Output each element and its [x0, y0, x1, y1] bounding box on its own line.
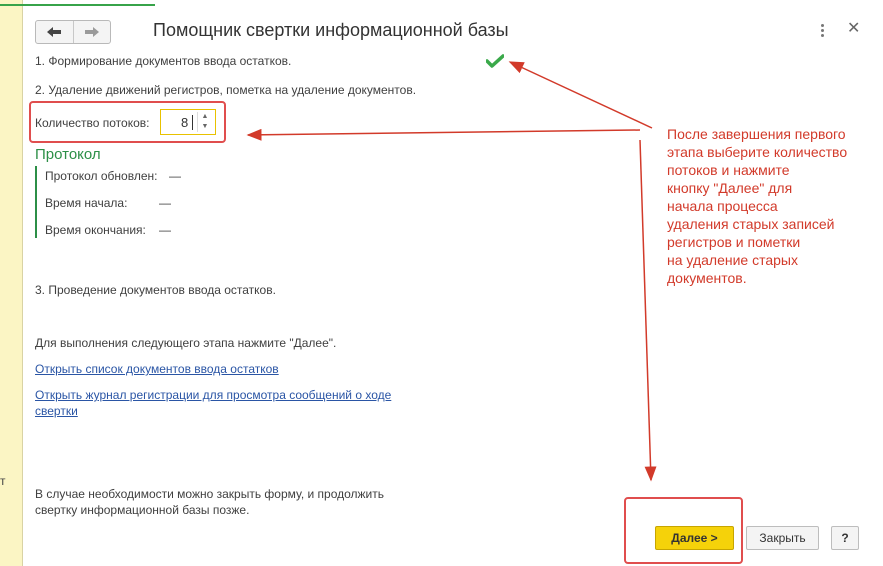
open-log-link-line2[interactable]: свертки	[35, 404, 78, 418]
annotation-line: потоков и нажмите	[667, 162, 790, 178]
annotation-line: на удаление старых	[667, 252, 798, 268]
window-title: Помощник свертки информационной базы	[153, 20, 509, 40]
threads-label: Количество потоков:	[35, 116, 150, 130]
annotation-line: регистров и пометки	[667, 234, 801, 250]
protocol-end-label: Время окончания:	[45, 223, 146, 237]
close-icon[interactable]: ✕	[847, 21, 860, 37]
close-button[interactable]: Закрыть	[746, 526, 819, 550]
annotation-line: этапа выберите количество	[667, 144, 848, 160]
checkmark-icon	[486, 54, 504, 68]
kebab-menu-icon[interactable]	[820, 24, 826, 38]
annotation-callout: После завершения первого этапа выберите …	[667, 125, 877, 287]
forward-button[interactable]	[72, 21, 111, 43]
left-side-panel: т	[0, 0, 23, 566]
arrow-to-threads	[246, 128, 641, 141]
left-panel-letter: т	[0, 474, 6, 488]
protocol-start-value: —	[159, 196, 171, 210]
protocol-bar	[35, 166, 37, 238]
close-hint-line2: свертку информационной базы позже.	[35, 503, 250, 517]
annotation-line: удаления старых записей	[667, 216, 835, 232]
arrow-right-icon	[84, 27, 99, 37]
annotation-line: кнопку "Далее" для	[667, 180, 793, 196]
threads-value: 8	[181, 115, 189, 130]
protocol-title: Протокол	[35, 146, 101, 163]
step-3-text: 3. Проведение документов ввода остатков.	[35, 283, 276, 297]
step-2-text: 2. Удаление движений регистров, пометка …	[35, 83, 417, 97]
help-button[interactable]: ?	[831, 526, 859, 550]
annotation-line: После завершения первого	[667, 126, 846, 142]
arrow-to-checkmark	[508, 61, 653, 129]
protocol-updated-label: Протокол обновлен:	[45, 169, 158, 183]
arrow-left-icon	[47, 27, 62, 37]
navigation-buttons	[35, 20, 111, 44]
spin-up-icon[interactable]: ▲	[198, 112, 212, 122]
threads-count-input[interactable]: 8 ▲ ▼	[160, 109, 216, 135]
spin-down-icon[interactable]: ▼	[198, 122, 212, 132]
threads-spinner[interactable]: ▲ ▼	[197, 112, 212, 132]
next-button[interactable]: Далее >	[655, 526, 734, 550]
step-1-text: 1. Формирование документов ввода остатко…	[35, 54, 292, 68]
arrow-to-next	[639, 139, 657, 482]
close-hint-line1: В случае необходимости можно закрыть фор…	[35, 487, 385, 501]
protocol-start-label: Время начала:	[45, 196, 128, 210]
back-button[interactable]	[36, 21, 73, 43]
open-documents-link[interactable]: Открыть список документов ввода остатков	[35, 362, 279, 376]
annotation-line: документов.	[667, 270, 747, 286]
open-log-link-line1[interactable]: Открыть журнал регистрации для просмотра…	[35, 388, 391, 402]
top-tab-indicator	[0, 4, 155, 6]
next-step-hint: Для выполнения следующего этапа нажмите …	[35, 336, 337, 350]
protocol-end-value: —	[159, 223, 171, 237]
protocol-updated-value: —	[169, 169, 181, 183]
annotation-line: начала процесса	[667, 198, 778, 214]
text-cursor	[192, 115, 193, 130]
